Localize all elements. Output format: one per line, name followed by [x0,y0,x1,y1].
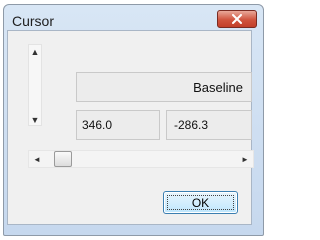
horizontal-scrollbar[interactable]: ◄ ► [28,150,254,168]
close-icon [232,14,242,24]
baseline-field: Baseline [76,72,252,102]
x-value-field: 346.0 [76,110,160,140]
scroll-up-icon[interactable]: ▲ [28,45,42,59]
focus-ring [167,195,234,210]
scroll-right-icon[interactable]: ► [237,151,253,167]
close-button[interactable] [217,10,257,28]
y-value-field: -286.3 [166,110,252,140]
scroll-down-icon[interactable]: ▼ [28,113,42,127]
scroll-left-icon[interactable]: ◄ [29,151,45,167]
scroll-thumb[interactable] [54,151,72,167]
ok-button[interactable]: OK [163,191,238,214]
dialog-title: Cursor [12,13,55,29]
